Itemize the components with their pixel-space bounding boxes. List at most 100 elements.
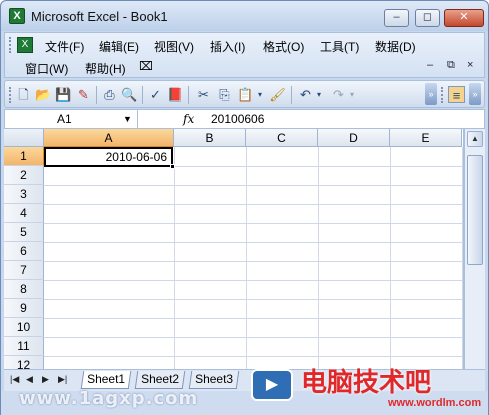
row-header[interactable]: 4 <box>4 204 44 223</box>
menu-grip[interactable] <box>9 37 12 53</box>
row-header[interactable]: 10 <box>4 318 44 337</box>
ask-question-icon[interactable]: ⌧ <box>139 59 153 73</box>
row-header[interactable]: 6 <box>4 242 44 261</box>
menu-help[interactable]: 帮助(H) <box>85 60 126 77</box>
worksheet-grid[interactable]: A B C D E 1 2 3 4 5 6 7 8 9 10 11 12 201… <box>4 129 464 369</box>
row-header[interactable]: 7 <box>4 261 44 280</box>
redo-dropdown-icon[interactable]: ▾ <box>347 86 357 103</box>
align-icon[interactable]: ≡ <box>448 86 465 103</box>
formula-bar: A1 ▼ fx 20100606 <box>4 109 485 129</box>
cell-a1-value: 2010-06-06 <box>105 150 167 164</box>
column-header-b[interactable]: B <box>174 129 246 147</box>
print-icon[interactable]: ⎙ <box>101 86 118 103</box>
row-header[interactable]: 9 <box>4 299 44 318</box>
gridline <box>44 204 463 205</box>
workbook-close-button[interactable]: × <box>467 59 473 71</box>
menu-data[interactable]: 数据(D) <box>375 38 416 55</box>
column-header-d[interactable]: D <box>318 129 390 147</box>
formula-input[interactable]: 20100606 <box>211 110 264 128</box>
name-box-dropdown-icon[interactable]: ▼ <box>123 110 132 128</box>
column-header-c[interactable]: C <box>246 129 318 147</box>
menu-insert[interactable]: 插入(I) <box>210 38 245 55</box>
title-bar[interactable]: X Microsoft Excel - Book1 – ◻ ✕ <box>1 1 488 31</box>
print-preview-icon[interactable]: 🔍 <box>121 86 138 103</box>
menu-view[interactable]: 视图(V) <box>154 38 194 55</box>
maximize-button[interactable]: ◻ <box>415 9 440 27</box>
new-icon[interactable]: 🗋 <box>15 86 32 103</box>
sheet-tab-sheet2[interactable]: Sheet2 <box>134 371 186 389</box>
row-header[interactable]: 1 <box>4 147 44 166</box>
next-sheet-icon[interactable]: ▶ <box>42 374 49 385</box>
toolbar-separator <box>188 86 189 104</box>
toolbar-separator <box>142 86 143 104</box>
toolbar-separator <box>96 86 97 104</box>
insert-function-icon[interactable]: fx <box>183 110 194 128</box>
cut-icon[interactable]: ✂ <box>195 86 212 103</box>
gridline <box>44 242 463 243</box>
menu-edit[interactable]: 编辑(E) <box>99 38 139 55</box>
paste-dropdown-icon[interactable]: ▾ <box>255 86 265 103</box>
standard-toolbar: 🗋 📂 💾 ✎ ⎙ 🔍 ✓ 📕 ✂ ⎘ 📋 ▾ 🖌 ↶ ▾ ↷ ▾ » ≡ » <box>4 80 485 108</box>
menu-bar: X 文件(F) 编辑(E) 视图(V) 插入(I) 格式(O) 工具(T) 数据… <box>4 32 485 78</box>
workbook-restore-button[interactable]: ⧉ <box>447 59 455 72</box>
formatting-toolbar-grip[interactable] <box>441 87 443 103</box>
name-box[interactable]: A1 <box>5 110 138 128</box>
watermark-logo-icon: ▶ <box>251 369 293 401</box>
row-header[interactable]: 8 <box>4 280 44 299</box>
excel-window: X Microsoft Excel - Book1 – ◻ ✕ X 文件(F) … <box>0 0 489 415</box>
minimize-button[interactable]: – <box>384 9 409 27</box>
undo-dropdown-icon[interactable]: ▾ <box>314 86 324 103</box>
redo-icon[interactable]: ↷ <box>330 86 347 103</box>
cell-a1[interactable]: 2010-06-06 <box>44 147 173 167</box>
row-header[interactable]: 2 <box>4 166 44 185</box>
workbook-minimize-button[interactable]: – <box>427 59 433 71</box>
research-icon[interactable]: 📕 <box>167 86 184 103</box>
excel-app-icon[interactable]: X <box>9 8 25 24</box>
select-all-button[interactable] <box>4 129 44 147</box>
column-header-e[interactable]: E <box>390 129 462 147</box>
column-header-a[interactable]: A <box>44 129 174 147</box>
menu-file[interactable]: 文件(F) <box>45 38 84 55</box>
gridline <box>390 147 391 369</box>
gridline <box>44 261 463 262</box>
undo-icon[interactable]: ↶ <box>297 86 314 103</box>
prev-sheet-icon[interactable]: ◀ <box>26 374 33 385</box>
paste-icon[interactable]: 📋 <box>237 86 254 103</box>
close-button[interactable]: ✕ <box>444 9 484 27</box>
last-sheet-icon[interactable]: ▶| <box>58 374 67 385</box>
row-header[interactable]: 12 <box>4 356 44 369</box>
sheet-tab-sheet3[interactable]: Sheet3 <box>188 371 240 389</box>
formatting-options-chevron-icon[interactable]: » <box>469 83 481 105</box>
menu-format[interactable]: 格式(O) <box>263 38 304 55</box>
toolbar-grip[interactable] <box>9 87 11 103</box>
gridline <box>44 223 463 224</box>
sheet-tab-sheet1[interactable]: Sheet1 <box>80 371 132 389</box>
format-painter-icon[interactable]: 🖌 <box>269 86 286 103</box>
gridline <box>44 299 463 300</box>
row-header[interactable]: 5 <box>4 223 44 242</box>
row-header[interactable]: 11 <box>4 337 44 356</box>
watermark-url: www.wordlm.com <box>388 397 482 409</box>
menu-tools[interactable]: 工具(T) <box>320 38 359 55</box>
row-header[interactable]: 3 <box>4 185 44 204</box>
scroll-thumb[interactable] <box>467 155 483 265</box>
open-icon[interactable]: 📂 <box>35 86 52 103</box>
first-sheet-icon[interactable]: |◀ <box>10 374 19 385</box>
toolbar-options-chevron-icon[interactable]: » <box>425 83 437 105</box>
spelling-icon[interactable]: ✓ <box>147 86 164 103</box>
fill-handle[interactable] <box>170 164 175 169</box>
gridline <box>44 337 463 338</box>
scroll-up-icon[interactable]: ▲ <box>467 131 483 147</box>
save-icon[interactable]: 💾 <box>55 86 72 103</box>
gridline <box>44 280 463 281</box>
copy-icon[interactable]: ⎘ <box>216 86 233 103</box>
watermark-left: www.1agxp.com <box>19 388 199 409</box>
gridline <box>462 147 463 369</box>
document-icon[interactable]: X <box>17 37 33 53</box>
vertical-scrollbar[interactable]: ▲ <box>464 129 485 369</box>
toolbar-separator <box>291 86 292 104</box>
gridline <box>174 147 175 369</box>
menu-window[interactable]: 窗口(W) <box>25 60 68 77</box>
permission-icon[interactable]: ✎ <box>75 86 92 103</box>
gridline <box>246 147 247 369</box>
